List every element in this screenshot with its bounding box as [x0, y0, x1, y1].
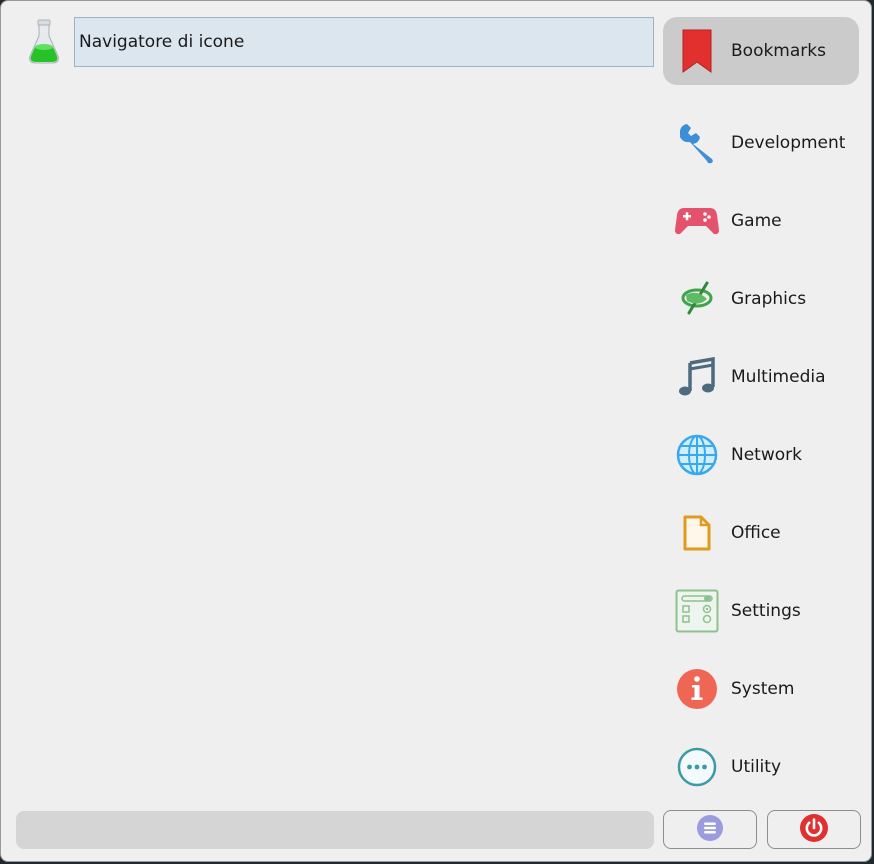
launcher-window: Bookmarks Development Game [0, 0, 872, 862]
category-network[interactable]: Network [663, 421, 859, 489]
status-bar [16, 811, 654, 849]
category-bookmarks[interactable]: Bookmarks [663, 17, 859, 85]
category-label: Network [731, 445, 802, 465]
category-label: Graphics [731, 289, 807, 309]
category-label: Office [731, 523, 781, 543]
document-icon [675, 511, 719, 555]
menu-lines-icon [696, 814, 724, 846]
search-input[interactable] [74, 17, 654, 67]
category-label: Settings [731, 601, 801, 621]
category-label: Bookmarks [731, 41, 826, 61]
category-office[interactable]: Office [663, 499, 859, 567]
category-development[interactable]: Development [663, 109, 859, 177]
category-system[interactable]: System [663, 655, 859, 723]
category-label: Utility [731, 757, 782, 777]
category-graphics[interactable]: Graphics [663, 265, 859, 333]
menu-button[interactable] [663, 810, 757, 849]
bookmark-icon [675, 29, 719, 73]
category-label: Game [731, 211, 782, 231]
category-multimedia[interactable]: Multimedia [663, 343, 859, 411]
settings-panel-icon [675, 589, 719, 633]
globe-icon [675, 433, 719, 477]
wrench-icon [675, 121, 719, 165]
more-dots-icon [675, 745, 719, 789]
gamepad-icon [675, 199, 719, 243]
category-label: Development [731, 133, 846, 153]
power-icon [799, 813, 829, 847]
category-settings[interactable]: Settings [663, 577, 859, 645]
category-utility[interactable]: Utility [663, 733, 859, 801]
flask-icon [27, 19, 61, 65]
category-label: System [731, 679, 795, 699]
power-button[interactable] [767, 810, 861, 849]
category-game[interactable]: Game [663, 187, 859, 255]
info-icon [675, 667, 719, 711]
music-note-icon [675, 355, 719, 399]
category-label: Multimedia [731, 367, 826, 387]
graphics-icon [675, 277, 719, 321]
